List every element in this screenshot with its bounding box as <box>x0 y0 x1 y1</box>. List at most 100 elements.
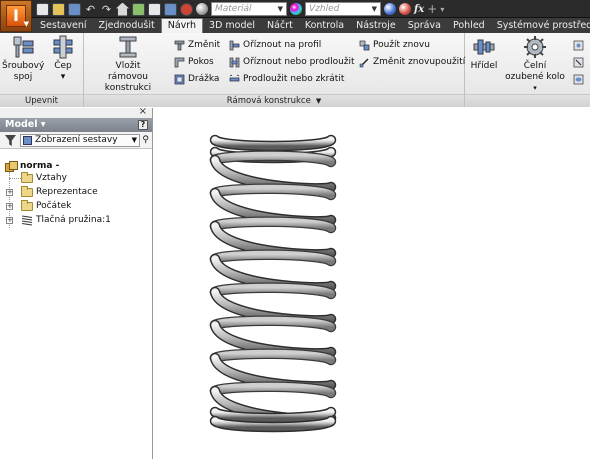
change-label: Změnit <box>188 40 221 50</box>
group-power-transmission: Hřídel Čelní ozubené kolo ▾ <box>465 33 590 107</box>
shaft-label: Hřídel <box>470 61 498 71</box>
spur-gear-button[interactable]: Čelní ozubené kolo ▾ <box>505 35 565 94</box>
spring-icon <box>21 215 33 226</box>
expand-icon[interactable]: + <box>6 189 13 196</box>
lengthen-shorten-button[interactable]: Prodloužit nebo zkrátit <box>229 72 344 86</box>
tab-nastroje[interactable]: Nástroje <box>350 19 402 33</box>
notch-button[interactable]: Drážka <box>174 72 219 86</box>
ribbon-panel: Šroubový spoj Čep ▾ Upevnit Vložit rámov… <box>0 33 590 107</box>
view-select[interactable]: Zobrazení sestavy ▼ <box>20 134 140 147</box>
tree-item-label: Vztahy <box>36 173 67 183</box>
browser-title-arrow: ▾ <box>40 119 46 130</box>
trim-to-frame-label: Oříznout na profil <box>243 40 322 50</box>
project-icon[interactable] <box>164 2 177 16</box>
browser-title-bar[interactable]: Model ▾ ? <box>0 118 152 132</box>
tab-navrh[interactable]: Návrh <box>160 18 204 33</box>
open-file-icon[interactable] <box>52 2 65 16</box>
tab-nacrt[interactable]: Náčrt <box>261 19 299 33</box>
assembly-view-icon <box>23 136 32 145</box>
compression-spring-model[interactable] <box>154 108 590 459</box>
expand-icon[interactable]: + <box>6 203 13 210</box>
tree-item-tlacna-pruzina[interactable]: Tlačná pružina:1 <box>21 214 111 227</box>
material-select[interactable]: Materiál ▼ <box>211 2 287 16</box>
bolted-connection-button[interactable]: Šroubový spoj <box>2 35 44 83</box>
chevron-down-icon: ▼ <box>131 136 137 144</box>
browser-close-row: × <box>0 106 152 118</box>
update-icon[interactable] <box>132 2 145 16</box>
chevron-down-icon: ▼ <box>315 97 322 105</box>
redo-icon[interactable]: ↷ <box>100 3 113 16</box>
tab-pohled[interactable]: Pohled <box>447 19 491 33</box>
graphics-viewport[interactable] <box>154 108 590 459</box>
bolted-connection-icon <box>11 35 35 59</box>
application-menu-button[interactable]: I ▼ <box>0 0 32 32</box>
clear-appearance-icon[interactable] <box>399 3 411 15</box>
save-icon[interactable] <box>68 2 81 16</box>
view-select-value: Zobrazení sestavy <box>35 135 118 145</box>
help-icon[interactable]: ? <box>138 120 148 130</box>
chevron-down-icon: ▼ <box>277 5 283 13</box>
v-belt-button[interactable] <box>573 55 584 69</box>
close-icon[interactable]: × <box>139 106 147 117</box>
shaft-button[interactable]: Hřídel <box>467 35 501 72</box>
trim-to-frame-button[interactable]: Oříznout na profil <box>229 38 321 52</box>
miter-label: Pokos <box>188 57 214 67</box>
folder-icon <box>21 172 33 183</box>
cam-button[interactable] <box>573 72 584 86</box>
bolted-connection-label-1: Šroubový <box>2 61 45 71</box>
add-icon[interactable]: + <box>427 2 437 16</box>
tab-sestaveni[interactable]: Sestavení <box>34 19 93 33</box>
bearing-button[interactable] <box>573 38 584 52</box>
return-icon[interactable] <box>180 2 193 16</box>
group-upevnit: Šroubový spoj Čep ▾ Upevnit <box>0 33 84 107</box>
change-reuse-icon <box>359 57 370 68</box>
miter-button[interactable]: Pokos <box>174 55 214 69</box>
pin-button[interactable]: Čep ▾ <box>48 35 78 83</box>
lengthen-shorten-icon <box>229 74 240 85</box>
cam-icon <box>573 74 584 85</box>
change-reuse-button[interactable]: Změnit znovupoužití <box>359 55 465 69</box>
new-file-icon[interactable] <box>36 2 49 16</box>
v-belt-icon <box>573 57 584 68</box>
tab-zjednodusit[interactable]: Zjednodušit <box>93 19 161 33</box>
insert-frame-icon <box>116 35 140 59</box>
tree-line <box>9 178 21 179</box>
customize-arrow-icon[interactable]: ▾ <box>440 5 444 14</box>
insert-frame-button[interactable]: Vložit rámovou konstrukci <box>84 35 172 94</box>
tree-item-pocatek[interactable]: Počátek <box>21 200 71 213</box>
material-sphere-icon <box>196 3 208 15</box>
tree-item-vztahy[interactable]: Vztahy <box>21 172 67 185</box>
tree-item-label: Počátek <box>36 201 72 211</box>
tab-3d-model[interactable]: 3D model <box>203 19 261 33</box>
parameters-icon[interactable]: fx <box>414 4 424 15</box>
model-browser: × Model ▾ ? Zobrazení sestavy ▼ ⚲ norma … <box>0 106 153 459</box>
spur-gear-label-1: Čelní <box>523 61 547 71</box>
tab-systemove-prostredi[interactable]: Systémové prostředí <box>491 19 590 33</box>
change-icon <box>174 40 185 51</box>
insert-frame-label-2: rámovou konstrukci <box>104 72 152 93</box>
tab-sprava[interactable]: Správa <box>402 19 447 33</box>
group-title-upevnit: Upevnit <box>0 94 83 107</box>
find-icon[interactable]: ⚲ <box>142 135 149 145</box>
tree-item-label: Tlačná pružina:1 <box>36 215 111 225</box>
trim-extend-button[interactable]: Oříznout nebo prodloužit <box>229 55 355 69</box>
pin-dropdown-arrow[interactable]: ▾ <box>48 72 78 83</box>
select-icon[interactable] <box>148 2 161 16</box>
pin-label: Čep <box>54 61 72 71</box>
trim-extend-label: Oříznout nebo prodloužit <box>243 57 355 67</box>
expand-icon[interactable]: + <box>6 217 13 224</box>
home-icon[interactable] <box>116 2 129 16</box>
filter-icon[interactable] <box>5 135 16 146</box>
change-button[interactable]: Změnit <box>174 38 220 52</box>
trim-to-frame-icon <box>229 40 240 51</box>
appearance-select[interactable]: Vzhled ▼ <box>305 2 381 16</box>
tree-item-reprezentace[interactable]: Reprezentace <box>21 186 98 199</box>
shaft-icon <box>472 35 496 59</box>
folder-icon <box>21 200 33 211</box>
chevron-down-icon: ▼ <box>23 20 29 28</box>
reuse-button[interactable]: Použít znovu <box>359 38 430 52</box>
bearing-icon <box>573 40 584 51</box>
adjust-appearance-icon[interactable] <box>384 3 396 15</box>
undo-icon[interactable]: ↶ <box>84 3 97 16</box>
tab-kontrola[interactable]: Kontrola <box>299 19 350 33</box>
